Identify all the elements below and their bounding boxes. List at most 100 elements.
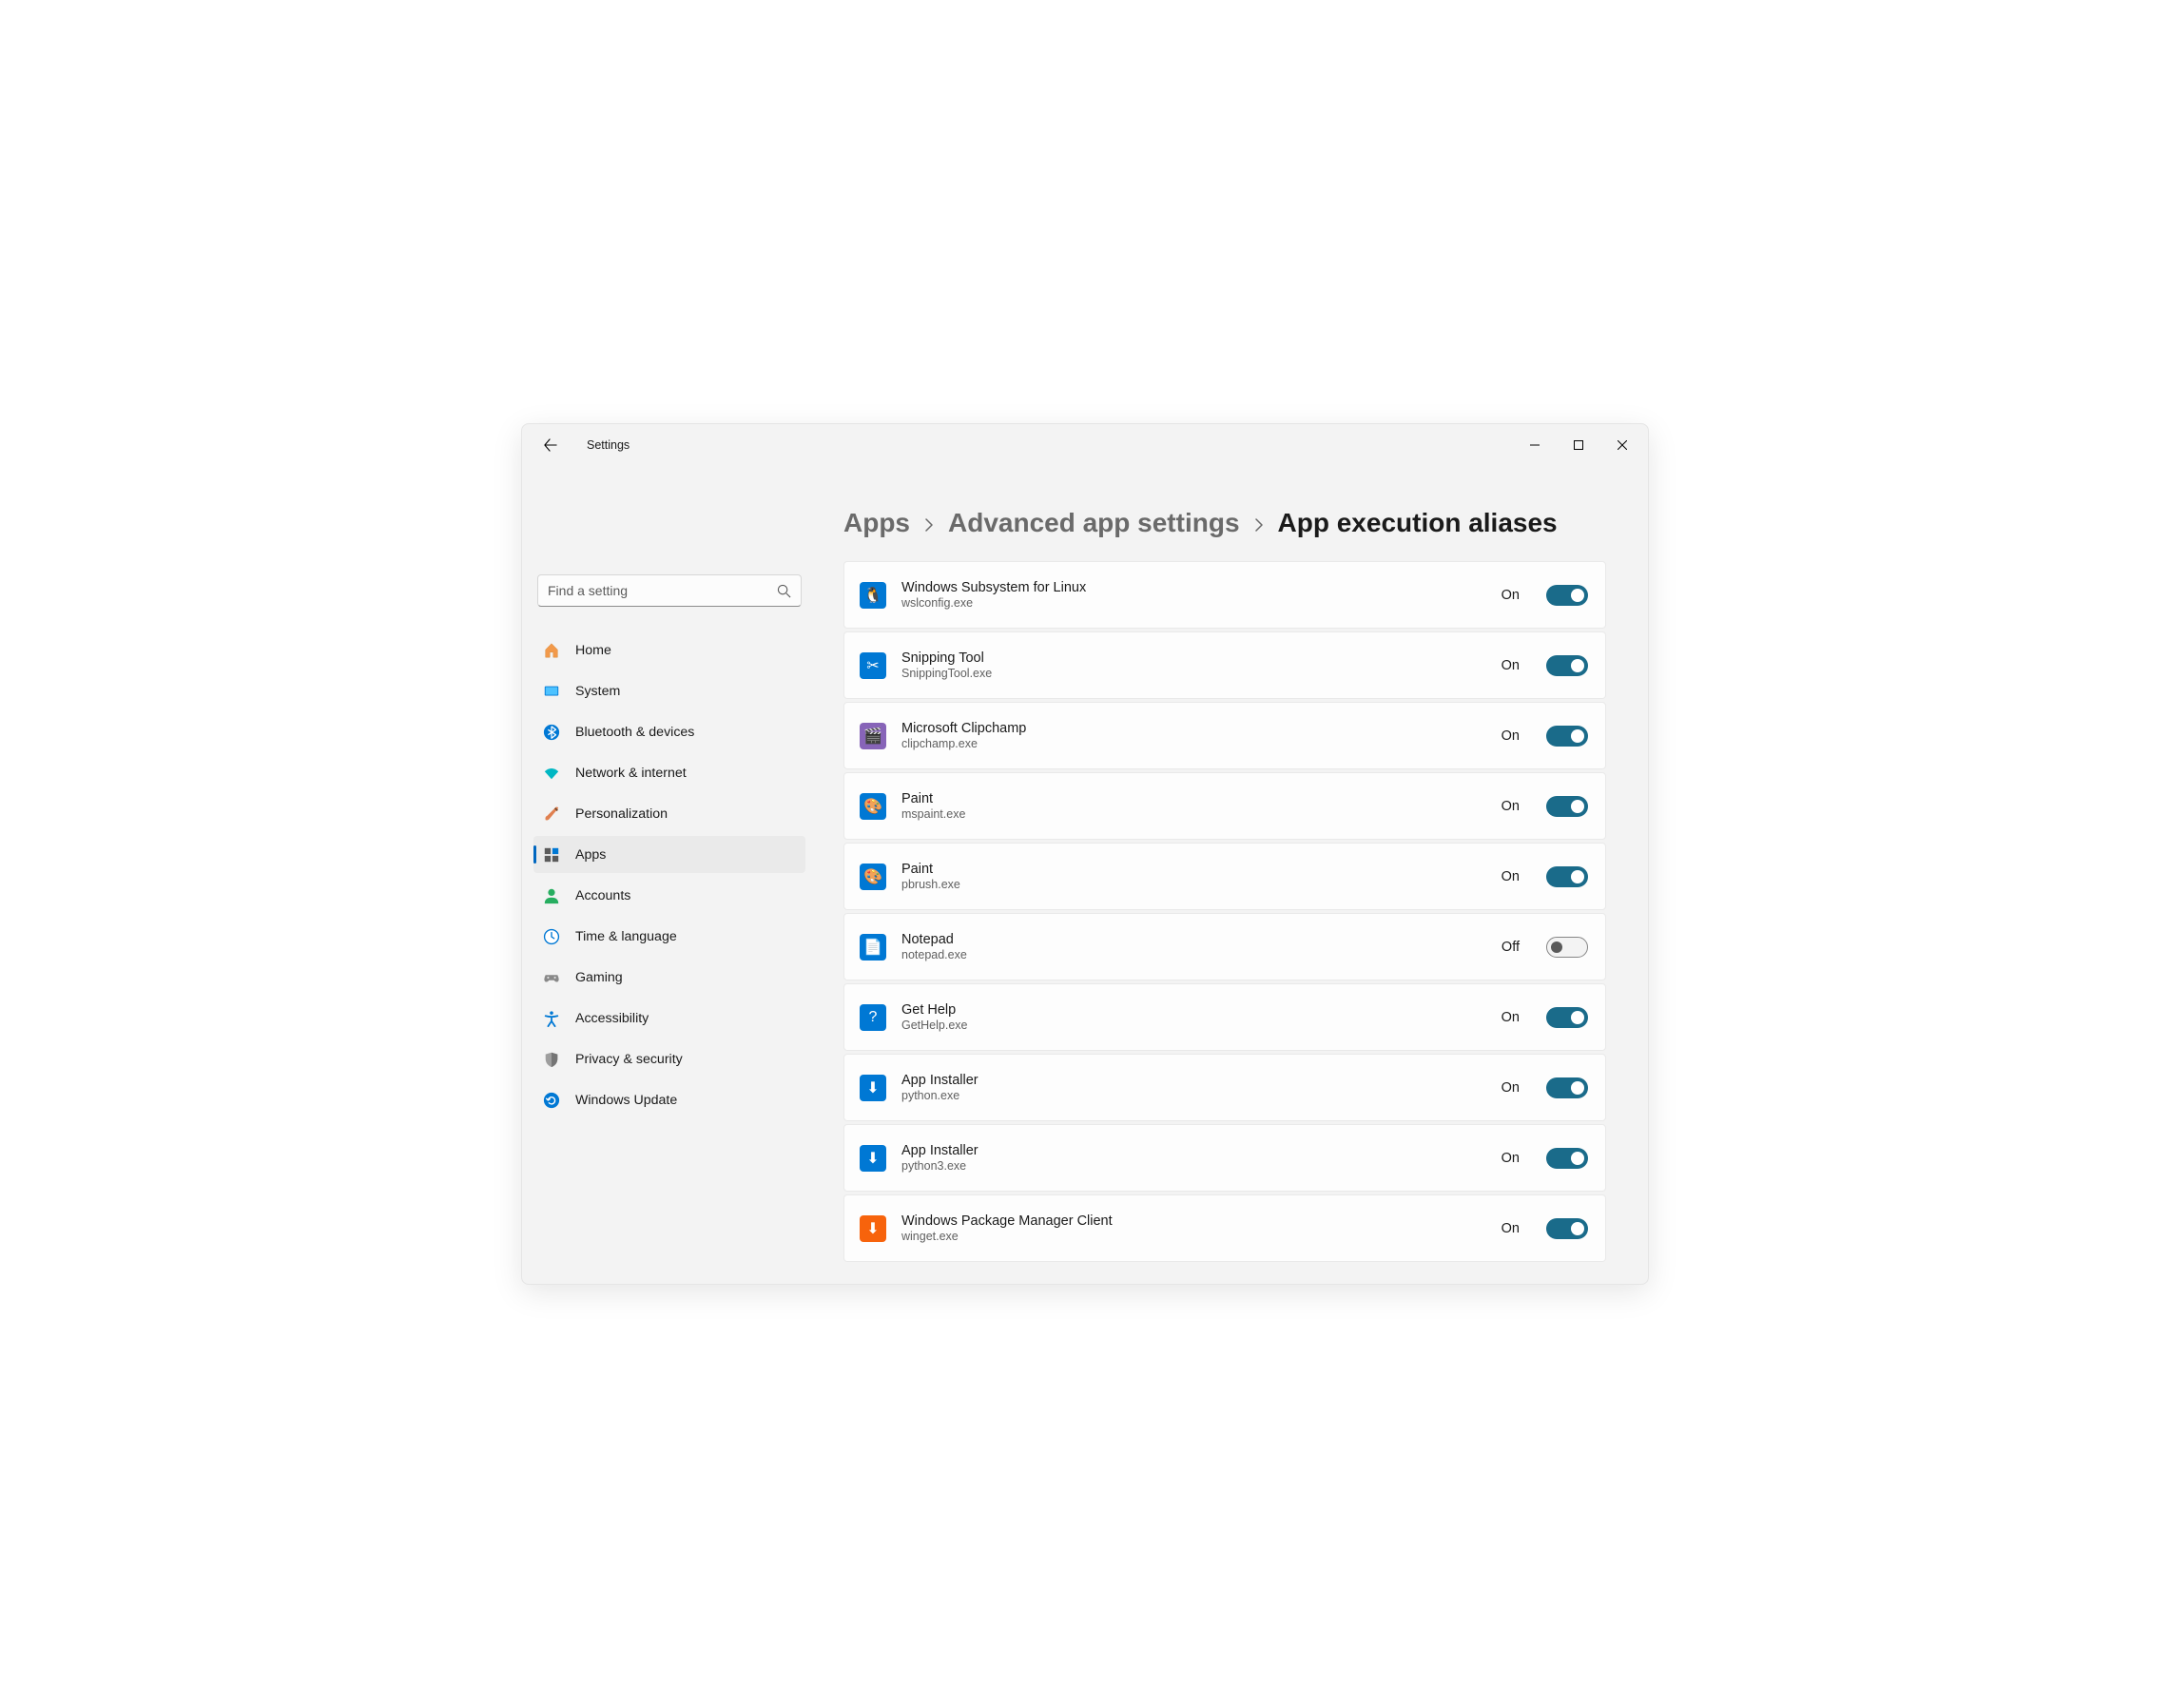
sidebar-item-gaming[interactable]: Gaming xyxy=(533,959,805,996)
accounts-icon xyxy=(543,887,560,904)
sidebar-item-label: Bluetooth & devices xyxy=(575,725,694,740)
app-text: Notepadnotepad.exe xyxy=(901,932,1486,961)
settings-window: Settings Home System Bluetooth & devices Ne… xyxy=(521,423,1649,1285)
sidebar-item-accessibility[interactable]: Accessibility xyxy=(533,1000,805,1037)
app-text: App Installerpython.exe xyxy=(901,1073,1486,1102)
toggle-state-label: On xyxy=(1502,869,1520,884)
app-name: Notepad xyxy=(901,932,1486,947)
alias-toggle[interactable] xyxy=(1546,1007,1588,1028)
toggle-knob xyxy=(1551,941,1562,953)
breadcrumb-apps[interactable]: Apps xyxy=(843,508,910,538)
toggle-state-label: On xyxy=(1502,799,1520,814)
alias-toggle[interactable] xyxy=(1546,655,1588,676)
sidebar-item-windows-update[interactable]: Windows Update xyxy=(533,1081,805,1118)
window-controls xyxy=(1513,430,1644,460)
sidebar-item-label: Gaming xyxy=(575,970,623,985)
sidebar-item-home[interactable]: Home xyxy=(533,631,805,669)
toggle-knob xyxy=(1571,659,1584,672)
app-executable: notepad.exe xyxy=(901,948,1486,961)
app-icon: 🎨 xyxy=(860,864,886,890)
sidebar-item-label: Time & language xyxy=(575,929,677,944)
app-text: Paintmspaint.exe xyxy=(901,791,1486,821)
sidebar-item-apps[interactable]: Apps xyxy=(533,836,805,873)
app-name: App Installer xyxy=(901,1143,1486,1158)
minimize-button[interactable] xyxy=(1513,430,1557,460)
toggle-knob xyxy=(1571,1222,1584,1235)
sidebar-item-label: Network & internet xyxy=(575,766,687,781)
app-name: Snipping Tool xyxy=(901,650,1486,666)
app-name: Windows Package Manager Client xyxy=(901,1213,1486,1229)
search-input[interactable] xyxy=(548,583,777,598)
app-icon: ✂ xyxy=(860,652,886,679)
sidebar-item-network-internet[interactable]: Network & internet xyxy=(533,754,805,791)
titlebar-left: Settings xyxy=(533,428,630,462)
breadcrumb-current: App execution aliases xyxy=(1278,508,1558,538)
titlebar: Settings xyxy=(522,424,1648,466)
toggle-knob xyxy=(1571,1011,1584,1024)
maximize-button[interactable] xyxy=(1557,430,1600,460)
accessibility-icon xyxy=(543,1010,560,1027)
sidebar-item-bluetooth-devices[interactable]: Bluetooth & devices xyxy=(533,713,805,750)
app-executable: python3.exe xyxy=(901,1159,1486,1173)
alias-toggle[interactable] xyxy=(1546,796,1588,817)
alias-toggle[interactable] xyxy=(1546,937,1588,958)
apps-icon xyxy=(543,846,560,864)
close-icon xyxy=(1618,440,1627,450)
alias-toggle[interactable] xyxy=(1546,585,1588,606)
app-alias-row: 📄 Notepadnotepad.exe Off xyxy=(843,913,1606,980)
sidebar-item-label: Accounts xyxy=(575,888,630,903)
chevron-right-icon xyxy=(923,514,935,532)
app-text: Get HelpGetHelp.exe xyxy=(901,1002,1486,1032)
nav-list: Home System Bluetooth & devices Network & i… xyxy=(526,622,813,1122)
app-alias-row: ⬇App Installerpython3.exeOn xyxy=(843,1124,1606,1192)
sidebar-item-label: Privacy & security xyxy=(575,1052,683,1067)
toggle-state-label: On xyxy=(1502,1151,1520,1166)
search-wrap xyxy=(526,574,813,622)
app-name: Paint xyxy=(901,862,1486,877)
shield-icon xyxy=(543,1051,560,1068)
app-text: Snipping ToolSnippingTool.exe xyxy=(901,650,1486,680)
maximize-icon xyxy=(1574,440,1583,450)
app-executable: python.exe xyxy=(901,1089,1486,1102)
app-text: App Installerpython3.exe xyxy=(901,1143,1486,1173)
search-box[interactable] xyxy=(537,574,802,607)
sidebar-item-label: Personalization xyxy=(575,806,668,822)
app-icon: 🎬 xyxy=(860,723,886,749)
alias-toggle[interactable] xyxy=(1546,1218,1588,1239)
toggle-state-label: Off xyxy=(1502,940,1520,955)
sidebar-item-system[interactable]: System xyxy=(533,672,805,709)
sidebar-item-personalization[interactable]: Personalization xyxy=(533,795,805,832)
sidebar-item-label: Apps xyxy=(575,847,606,863)
breadcrumb-advanced[interactable]: Advanced app settings xyxy=(948,508,1240,538)
toggle-knob xyxy=(1571,800,1584,813)
app-text: Paintpbrush.exe xyxy=(901,862,1486,891)
close-button[interactable] xyxy=(1600,430,1644,460)
alias-toggle[interactable] xyxy=(1546,866,1588,887)
sidebar-item-label: Home xyxy=(575,643,611,658)
back-arrow-icon xyxy=(544,438,557,452)
app-text: Windows Subsystem for Linuxwslconfig.exe xyxy=(901,580,1486,610)
sidebar-item-accounts[interactable]: Accounts xyxy=(533,877,805,914)
content-area: Home System Bluetooth & devices Network & i… xyxy=(522,466,1648,1284)
app-icon: 📄 xyxy=(860,934,886,961)
back-button[interactable] xyxy=(533,428,568,462)
app-executable: pbrush.exe xyxy=(901,878,1486,891)
app-name: Windows Subsystem for Linux xyxy=(901,580,1486,595)
app-name: Microsoft Clipchamp xyxy=(901,721,1486,736)
app-executable: winget.exe xyxy=(901,1230,1486,1243)
sidebar: Home System Bluetooth & devices Network & i… xyxy=(522,466,817,1284)
sidebar-item-time-language[interactable]: Time & language xyxy=(533,918,805,955)
sidebar-item-privacy-security[interactable]: Privacy & security xyxy=(533,1040,805,1077)
brush-icon xyxy=(543,805,560,823)
app-executable: GetHelp.exe xyxy=(901,1019,1486,1032)
alias-toggle[interactable] xyxy=(1546,726,1588,747)
toggle-state-label: On xyxy=(1502,1010,1520,1025)
main-content[interactable]: Apps Advanced app settings App execution… xyxy=(817,466,1648,1284)
app-alias-row: 🎨 Paintmspaint.exe On xyxy=(843,772,1606,840)
alias-toggle[interactable] xyxy=(1546,1077,1588,1098)
chevron-right-icon xyxy=(1253,514,1265,532)
toggle-state-label: On xyxy=(1502,728,1520,744)
app-icon: 🎨 xyxy=(860,793,886,820)
app-executable: SnippingTool.exe xyxy=(901,667,1486,680)
alias-toggle[interactable] xyxy=(1546,1148,1588,1169)
